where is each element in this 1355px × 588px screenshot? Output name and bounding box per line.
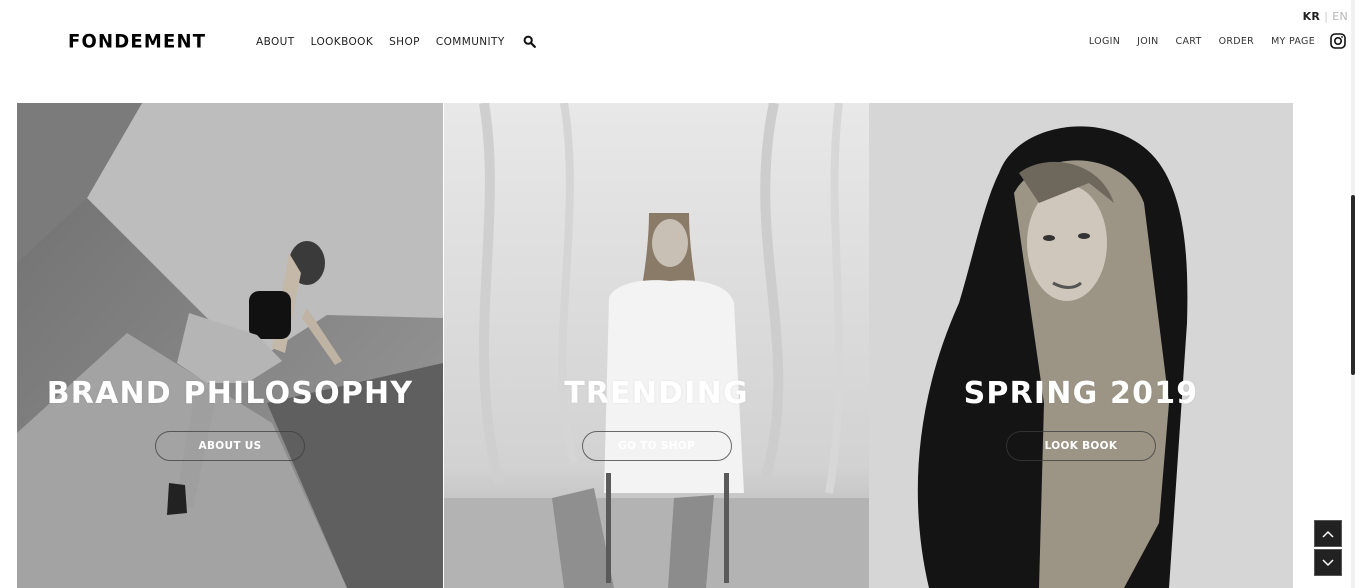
panel-title: TRENDING: [564, 376, 749, 411]
login-link[interactable]: LOGIN: [1089, 36, 1120, 47]
order-link[interactable]: ORDER: [1219, 36, 1255, 47]
logo[interactable]: FONDEMENT: [68, 30, 206, 52]
page-scrollbar[interactable]: [1351, 0, 1355, 588]
header: FONDEMENT ABOUT LOOKBOOK SHOP COMMUNITY …: [0, 28, 1355, 54]
trending-photo: [444, 103, 869, 588]
nav-community[interactable]: COMMUNITY: [436, 36, 505, 48]
hero-panels: BRAND PHILOSOPHY ABOUT US TRENDING GO TO…: [17, 103, 1293, 588]
panel-spring-2019[interactable]: SPRING 2019 LOOK BOOK: [869, 103, 1293, 588]
utility-nav: LOGIN JOIN CART ORDER MY PAGE: [1072, 36, 1315, 47]
search-icon[interactable]: [523, 35, 536, 48]
scrollbar-thumb[interactable]: [1351, 195, 1355, 375]
nav-shop[interactable]: SHOP: [389, 36, 420, 48]
scroll-to-bottom-button[interactable]: [1314, 549, 1342, 576]
join-link[interactable]: JOIN: [1137, 36, 1158, 47]
about-us-button[interactable]: ABOUT US: [155, 431, 305, 461]
main-nav: ABOUT LOOKBOOK SHOP COMMUNITY: [256, 35, 536, 48]
nav-lookbook[interactable]: LOOKBOOK: [311, 36, 374, 48]
go-to-shop-button[interactable]: GO TO SHOP: [581, 431, 732, 461]
brand-photo: [17, 103, 443, 588]
scroll-to-top-button[interactable]: [1314, 520, 1342, 547]
panel-trending[interactable]: TRENDING GO TO SHOP: [444, 103, 869, 588]
look-book-button[interactable]: LOOK BOOK: [1006, 431, 1156, 461]
panel-brand-philosophy[interactable]: BRAND PHILOSOPHY ABOUT US: [17, 103, 443, 588]
lang-en[interactable]: EN: [1332, 10, 1348, 23]
instagram-icon[interactable]: [1330, 33, 1346, 49]
nav-about[interactable]: ABOUT: [256, 36, 295, 48]
panel-title: BRAND PHILOSOPHY: [46, 376, 414, 411]
lang-kr[interactable]: KR: [1303, 10, 1321, 23]
page: KR | EN FONDEMENT ABOUT LOOKBOOK SHOP COMM…: [0, 0, 1355, 588]
language-switch: KR | EN: [1303, 10, 1348, 23]
chevron-down-icon: [1322, 558, 1334, 566]
lang-separator: |: [1324, 10, 1329, 23]
chevron-up-icon: [1322, 530, 1334, 538]
cart-link[interactable]: CART: [1176, 36, 1202, 47]
my-page-link[interactable]: MY PAGE: [1271, 36, 1315, 47]
panel-title: SPRING 2019: [963, 376, 1199, 411]
lookbook-photo: [869, 103, 1293, 588]
